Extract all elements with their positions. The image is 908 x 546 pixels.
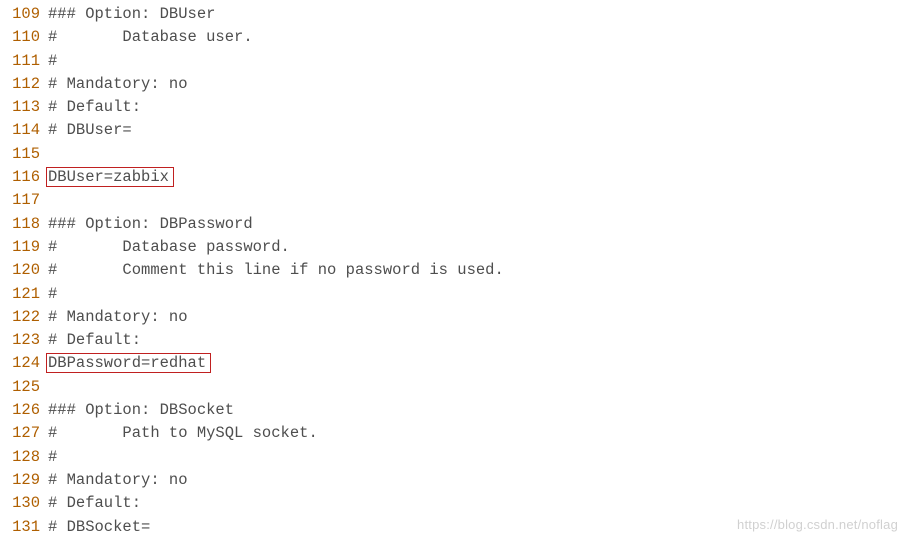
code-text: # Database user. (48, 28, 253, 46)
line-number: 120 (6, 259, 40, 282)
code-text: # Database password. (48, 238, 290, 256)
line-number: 110 (6, 26, 40, 49)
line-number: 118 (6, 213, 40, 236)
code-line: 126 ### Option: DBSocket (6, 399, 908, 422)
code-line: 118 ### Option: DBPassword (6, 213, 908, 236)
code-line: 112 # Mandatory: no (6, 73, 908, 96)
code-line: 119 # Database password. (6, 236, 908, 259)
code-line: 123 # Default: (6, 329, 908, 352)
code-text: ### Option: DBSocket (48, 401, 234, 419)
code-text: # Default: (48, 331, 141, 349)
code-text: ### Option: DBUser (48, 5, 215, 23)
code-line: 111 # (6, 50, 908, 73)
highlighted-code-text: DBPassword=redhat (46, 353, 211, 373)
line-number: 126 (6, 399, 40, 422)
code-block: 109 ### Option: DBUser 110 # Database user.… (0, 0, 908, 539)
line-number: 117 (6, 189, 40, 212)
code-line: 122 # Mandatory: no (6, 306, 908, 329)
code-line: 117 (6, 189, 908, 212)
watermark: https://blog.csdn.net/noflag (737, 513, 898, 536)
code-text: ### Option: DBPassword (48, 215, 253, 233)
line-number: 130 (6, 492, 40, 515)
line-number: 125 (6, 376, 40, 399)
line-number: 112 (6, 73, 40, 96)
code-line: 125 (6, 376, 908, 399)
code-line: 121 # (6, 283, 908, 306)
line-number: 131 (6, 516, 40, 539)
code-text: # Default: (48, 98, 141, 116)
code-text: # (48, 52, 57, 70)
line-number: 111 (6, 50, 40, 73)
code-text: # Mandatory: no (48, 308, 188, 326)
code-line: 128 # (6, 446, 908, 469)
code-text: # Path to MySQL socket. (48, 424, 318, 442)
line-number: 113 (6, 96, 40, 119)
code-line: 110 # Database user. (6, 26, 908, 49)
line-number: 121 (6, 283, 40, 306)
line-number: 128 (6, 446, 40, 469)
line-number: 127 (6, 422, 40, 445)
line-number: 124 (6, 352, 40, 375)
code-line: 115 (6, 143, 908, 166)
line-number: 116 (6, 166, 40, 189)
code-line: 129 # Mandatory: no (6, 469, 908, 492)
code-text: # Comment this line if no password is us… (48, 261, 504, 279)
code-line: 109 ### Option: DBUser (6, 3, 908, 26)
code-text: # DBUser= (48, 121, 132, 139)
code-text: # (48, 285, 57, 303)
line-number: 119 (6, 236, 40, 259)
code-text: # Default: (48, 494, 141, 512)
code-line: 120 # Comment this line if no password is… (6, 259, 908, 282)
code-text: # (48, 448, 57, 466)
code-line: 124 DBPassword=redhat (6, 352, 908, 375)
line-number: 123 (6, 329, 40, 352)
code-text: # Mandatory: no (48, 75, 188, 93)
line-number: 109 (6, 3, 40, 26)
code-text: # DBSocket= (48, 518, 150, 536)
code-line: 113 # Default: (6, 96, 908, 119)
line-number: 115 (6, 143, 40, 166)
line-number: 129 (6, 469, 40, 492)
code-line: 116 DBUser=zabbix (6, 166, 908, 189)
code-text: # Mandatory: no (48, 471, 188, 489)
code-line: 127 # Path to MySQL socket. (6, 422, 908, 445)
highlighted-code-text: DBUser=zabbix (46, 167, 174, 187)
line-number: 122 (6, 306, 40, 329)
code-line: 114 # DBUser= (6, 119, 908, 142)
line-number: 114 (6, 119, 40, 142)
